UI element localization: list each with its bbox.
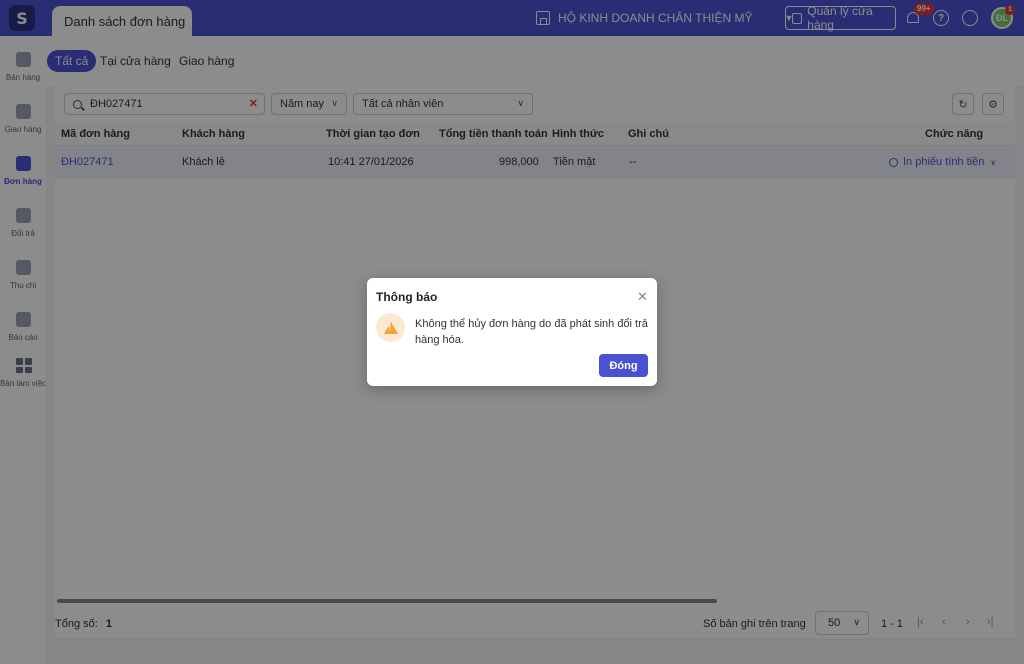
close-button[interactable]: Đóng — [599, 354, 648, 377]
notification-dialog: Thông báo ✕ Không thể hủy đơn hàng do đã… — [367, 278, 657, 386]
dialog-title: Thông báo — [376, 290, 438, 304]
close-icon[interactable]: ✕ — [637, 289, 648, 305]
dialog-message: Không thể hủy đơn hàng do đã phát sinh đ… — [415, 318, 648, 346]
warning-icon — [376, 313, 405, 342]
